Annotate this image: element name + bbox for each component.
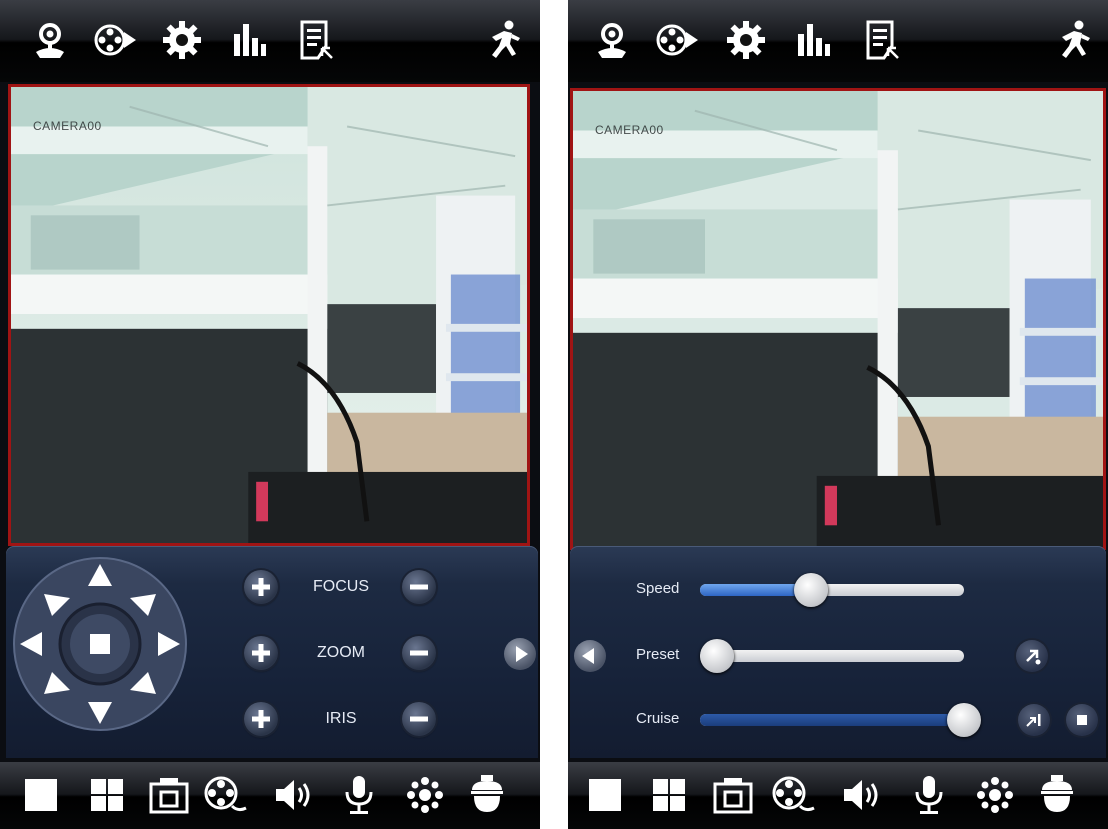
- stop-cruise-button[interactable]: [1066, 704, 1098, 736]
- record-icon[interactable]: [770, 772, 816, 818]
- direction-pad: [12, 556, 188, 732]
- focus-plus-button[interactable]: [244, 570, 278, 604]
- screen-ptz-direction: CAMERA00 FOCUS ZOOM IRIS: [0, 0, 540, 829]
- settings-icon[interactable]: [724, 18, 768, 62]
- iris-label: IRIS: [325, 710, 357, 727]
- quad-view-icon[interactable]: [84, 772, 130, 818]
- stop-button[interactable]: [90, 634, 110, 654]
- playback-icon[interactable]: [654, 18, 698, 62]
- log-icon[interactable]: [858, 18, 902, 62]
- microphone-icon[interactable]: [906, 772, 952, 818]
- preset-slider-knob[interactable]: [700, 639, 734, 673]
- start-cruise-button[interactable]: [1018, 704, 1050, 736]
- playback-icon[interactable]: [92, 18, 136, 62]
- next-panel-arrow-icon[interactable]: [504, 638, 536, 670]
- zoom-label: ZOOM: [317, 644, 365, 661]
- bottom-toolbar: [568, 762, 1108, 829]
- live-video-view[interactable]: CAMERA00: [8, 84, 530, 546]
- single-view-icon[interactable]: [582, 772, 628, 818]
- microphone-icon[interactable]: [336, 772, 382, 818]
- speed-slider-knob[interactable]: [793, 573, 828, 607]
- screen-ptz-preset: CAMERA00 Speed Preset Cruise: [568, 0, 1108, 829]
- iris-minus-button[interactable]: [402, 702, 436, 736]
- dome-camera-icon[interactable]: [464, 772, 510, 818]
- stats-icon[interactable]: [226, 18, 270, 62]
- ptz-icon[interactable]: [590, 18, 634, 62]
- cruise-slider[interactable]: [700, 714, 964, 726]
- log-icon[interactable]: [292, 18, 336, 62]
- top-toolbar: [0, 0, 540, 82]
- stats-icon[interactable]: [790, 18, 834, 62]
- settings-icon[interactable]: [160, 18, 204, 62]
- ptz-icon[interactable]: [28, 18, 72, 62]
- ptz-preset-panel: Speed Preset Cruise: [570, 546, 1106, 758]
- focus-label: FOCUS: [313, 578, 369, 595]
- zoom-minus-button[interactable]: [402, 636, 436, 670]
- cruise-slider-fill: [700, 714, 964, 726]
- exit-icon[interactable]: [1052, 18, 1096, 62]
- speed-slider[interactable]: [700, 584, 964, 596]
- snapshot-icon[interactable]: [146, 772, 192, 818]
- brightness-icon[interactable]: [402, 772, 448, 818]
- zoom-plus-button[interactable]: [244, 636, 278, 670]
- quad-view-icon[interactable]: [646, 772, 692, 818]
- ptz-control-panel: FOCUS ZOOM IRIS: [6, 546, 538, 758]
- exit-icon[interactable]: [482, 18, 526, 62]
- iris-plus-button[interactable]: [244, 702, 278, 736]
- cruise-slider-knob[interactable]: [947, 703, 981, 737]
- camera-label: CAMERA00: [595, 123, 664, 137]
- single-view-icon[interactable]: [18, 772, 64, 818]
- camera-label: CAMERA00: [33, 119, 102, 133]
- dome-camera-icon[interactable]: [1034, 772, 1080, 818]
- top-toolbar: [568, 0, 1108, 82]
- bottom-toolbar: [0, 762, 540, 829]
- focus-minus-button[interactable]: [402, 570, 436, 604]
- record-icon[interactable]: [202, 772, 248, 818]
- snapshot-icon[interactable]: [710, 772, 756, 818]
- speaker-icon[interactable]: [270, 772, 316, 818]
- speaker-icon[interactable]: [838, 772, 884, 818]
- goto-preset-button[interactable]: [1016, 640, 1048, 672]
- previous-panel-arrow-icon[interactable]: [574, 640, 606, 672]
- live-video-view[interactable]: CAMERA00: [570, 88, 1106, 550]
- preset-slider[interactable]: [700, 650, 964, 662]
- brightness-icon[interactable]: [972, 772, 1018, 818]
